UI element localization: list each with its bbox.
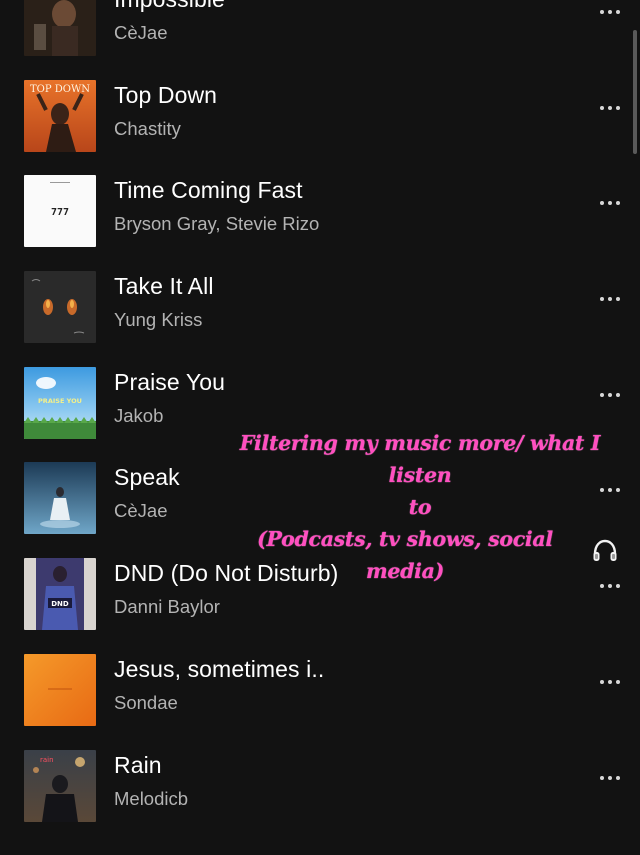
album-art [24, 462, 96, 535]
more-options-icon[interactable] [580, 670, 620, 694]
overlay-line-3: (Podcasts, tv shows, social media) [257, 527, 553, 583]
overlay-line-3-wrapper: (Podcasts, tv shows, social media) [222, 523, 618, 587]
track-artist: Jakob [114, 404, 164, 426]
track-artist: CèJae [114, 500, 168, 522]
track-row[interactable]: Take It All Yung Kriss [0, 257, 640, 353]
track-row[interactable]: 777 Time Coming Fast Bryson Gray, Stevie… [0, 161, 640, 257]
more-options-icon[interactable] [580, 287, 620, 311]
track-artist: Chastity [114, 117, 181, 139]
track-title: Jesus, sometimes i.. [114, 655, 325, 682]
track-row[interactable]: Impossible CèJae [0, 0, 640, 66]
track-title: Top Down [114, 81, 218, 108]
album-art-text: 777 [51, 207, 69, 218]
album-art [24, 271, 96, 344]
track-artist: Yung Kriss [114, 309, 203, 331]
more-options-icon[interactable] [580, 96, 620, 120]
track-row[interactable]: rain Rain Melodicb [0, 736, 640, 832]
svg-text:rain: rain [40, 756, 54, 764]
album-art: DND [24, 558, 96, 631]
track-title: Rain [114, 751, 162, 778]
track-title: Take It All [114, 273, 214, 300]
more-options-icon[interactable] [580, 0, 620, 24]
album-art [24, 0, 96, 56]
track-row[interactable]: Jesus, sometimes i.. Sondae [0, 640, 640, 736]
album-art: rain [24, 749, 96, 822]
track-title: Time Coming Fast [114, 177, 303, 204]
track-list: Impossible CèJae TOP DO [0, 0, 640, 831]
track-row[interactable]: TOP DOWN Top Down Chastity [0, 66, 640, 162]
album-art-text: TOP DOWN [30, 84, 90, 95]
album-art: TOP DOWN [24, 79, 96, 152]
headphones-icon [592, 539, 618, 572]
more-options-icon[interactable] [580, 191, 620, 215]
album-art: 777 [24, 175, 96, 248]
track-artist: Sondae [114, 691, 178, 713]
overlay-line-2: to [408, 495, 432, 519]
overlay-caption: Filtering my music more/ what I listen t… [222, 427, 618, 587]
track-title: Impossible [114, 0, 225, 13]
playlist-screen: Impossible CèJae TOP DO [0, 0, 640, 855]
track-artist: Melodicb [114, 787, 189, 809]
album-art: PRAISE YOU [24, 366, 96, 439]
album-art-text: PRAISE YOU [38, 397, 82, 405]
more-options-icon[interactable] [580, 383, 620, 407]
track-title: Praise You [114, 368, 225, 395]
more-options-icon[interactable] [580, 766, 620, 790]
track-title: Speak [114, 464, 180, 491]
overlay-line-1: Filtering my music more/ what I listen [239, 431, 601, 487]
track-artist: Danni Baylor [114, 596, 220, 618]
album-art [24, 653, 96, 726]
track-artist: Bryson Gray, Stevie Rizo [114, 213, 320, 235]
track-artist: CèJae [114, 22, 168, 43]
album-art-text: DND [51, 600, 69, 608]
